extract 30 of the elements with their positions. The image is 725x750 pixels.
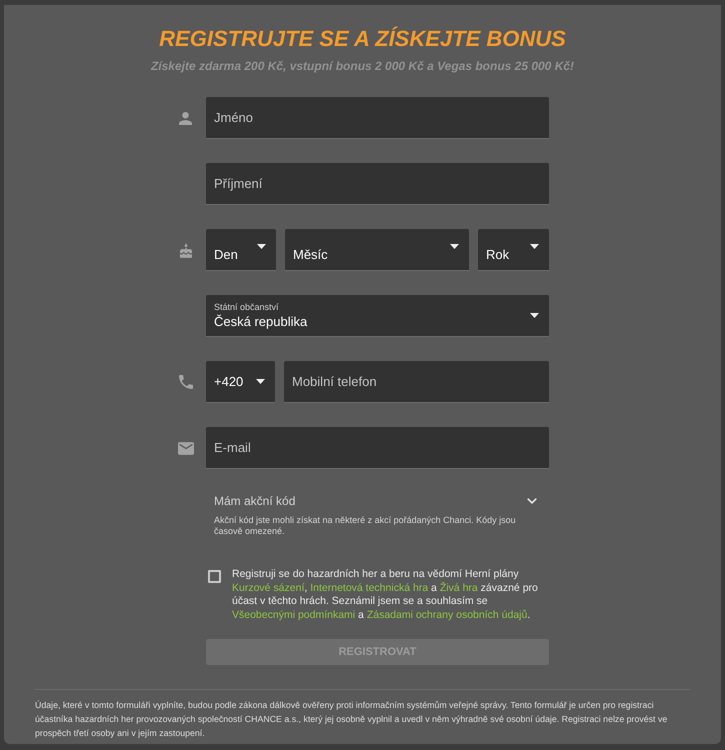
promo-code-toggle[interactable]: Mám akční kód [206, 491, 549, 511]
month-select[interactable]: Měsíc [285, 229, 469, 271]
document-link[interactable]: Kurzové sázení [232, 582, 304, 594]
country-code-select[interactable]: +420 [206, 361, 275, 403]
phone-icon [178, 375, 192, 389]
email-field[interactable]: E-mail [206, 427, 549, 469]
cake-icon [180, 242, 192, 258]
first-name-field[interactable]: Jméno [206, 97, 549, 139]
promo-code-hint: Akční kód jste mohli získat na některé z akcí pořádaných Chanci. Kódy jsou časově omezené. [213, 515, 517, 537]
document-link[interactable]: Živá hra [440, 582, 478, 594]
day-select[interactable]: Den [206, 229, 276, 271]
citizenship-select[interactable]: Státní občanství Česká republika [206, 295, 549, 337]
phone-field[interactable]: Mobilní telefon [284, 361, 549, 403]
last-name-field[interactable]: Příjmení [206, 163, 549, 205]
dropdown-arrow-icon [530, 313, 539, 318]
dropdown-arrow-icon [257, 244, 266, 249]
page-subtitle: Získejte zdarma 200 Kč, vstupní bonus 2 000 Kč a Vegas bonus 25 000 Kč! [150, 58, 576, 74]
page-title: REGISTRUJTE SE A ZÍSKEJTE BONUS [158, 25, 567, 52]
consent-text: Registruji se do hazardních her a beru na vědomí Herní plány Kurzové sázení, Internetová technická hra a Živá hra závazné pro účast v těchto hrách. Seznámil jsem se a souhlasím se Všeobecnými podmínkami a Zásadami ochrany osobních údajů. [232, 568, 539, 622]
document-link[interactable]: Všeobecnými podmínkami [232, 608, 356, 620]
mail-icon [178, 442, 194, 454]
document-link[interactable]: Internetová technická hra [310, 582, 428, 594]
dropdown-arrow-icon [450, 244, 459, 249]
document-link[interactable]: Zásadami ochrany osobních údajů [366, 608, 528, 620]
year-select[interactable]: Rok [478, 229, 549, 271]
dropdown-arrow-icon [530, 244, 539, 249]
consent-checkbox[interactable] [208, 570, 221, 583]
legal-notice: Údaje, které v tomto formuláři vyplníte, budou podle zákona dálkově ověřeny proti informačním systémům veřejné správy. Tento formulář je určen pro registraci účastníka hazardních her provozovaných společností CHANCE a.s., který jej osobně vyplnil a uvedl v něm výhradně své osobní údaje. Registraci nelze provést ve prospěch třetí osoby ani v jejím zastoupení. [35, 699, 668, 740]
person-icon [179, 112, 192, 124]
dropdown-arrow-icon [256, 379, 265, 384]
